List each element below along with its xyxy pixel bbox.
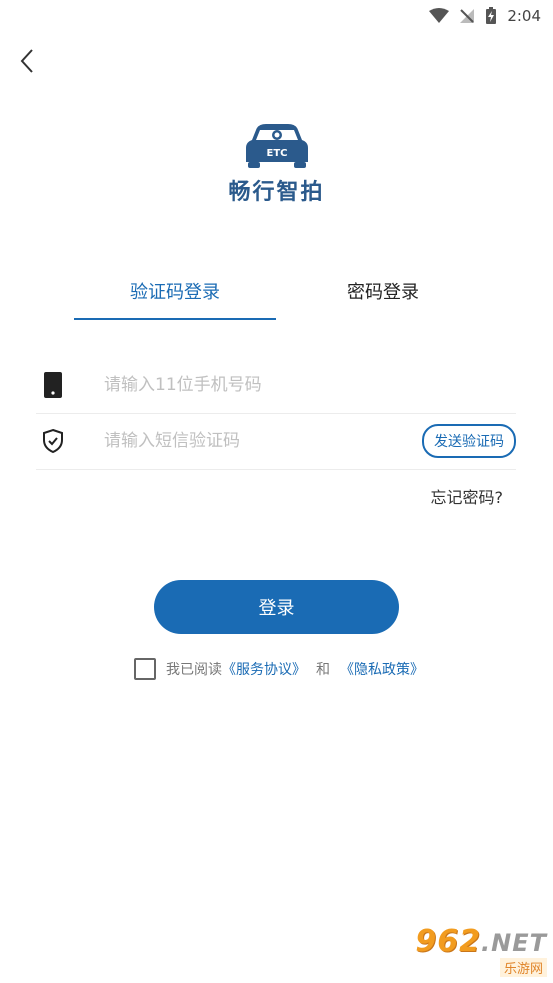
service-agreement-link[interactable]: 《服务协议》	[222, 659, 306, 679]
login-screen: 2:04 ETC 畅行智拍 验证码登录 密码登录 请输入11位手机号码 请输入短…	[0, 0, 553, 983]
app-logo: ETC 畅行智拍	[0, 122, 553, 206]
back-arrow-icon	[20, 49, 33, 73]
no-signal-icon	[459, 8, 475, 24]
watermark: 962.NET 乐游网	[415, 927, 547, 977]
shield-check-icon	[36, 428, 70, 454]
login-button[interactable]: 登录	[154, 580, 399, 634]
phone-input[interactable]	[102, 364, 516, 406]
login-tabs: 验证码登录 密码登录	[0, 278, 553, 322]
car-etc-icon: ETC	[245, 124, 308, 168]
code-row: 发送验证码	[36, 413, 516, 470]
wifi-icon	[429, 8, 450, 24]
status-bar: 2:04	[0, 0, 553, 32]
phone-icon	[36, 371, 70, 399]
phone-row	[36, 357, 516, 414]
send-code-button[interactable]: 发送验证码	[422, 424, 516, 458]
agreement-conjunction: 和	[316, 662, 330, 678]
sms-code-input[interactable]	[102, 420, 422, 462]
privacy-policy-link[interactable]: 《隐私政策》	[340, 659, 424, 679]
tab-sms-login[interactable]: 验证码登录	[74, 278, 276, 322]
tab-password-login[interactable]: 密码登录	[282, 278, 484, 322]
forgot-password-link[interactable]: 忘记密码?	[431, 484, 504, 508]
watermark-suffix: .NET	[481, 929, 547, 957]
watermark-logo: 962.NET	[415, 927, 547, 958]
agreement: 我已阅读 《服务协议》 和 《隐私政策》	[134, 658, 424, 680]
watermark-site: 乐游网	[499, 958, 547, 977]
back-button[interactable]	[14, 46, 44, 76]
agreement-prefix: 我已阅读	[166, 662, 222, 678]
logo-text: ETC	[266, 148, 287, 159]
status-time: 2:04	[507, 7, 541, 25]
watermark-number: 962	[415, 924, 482, 959]
active-tab-indicator	[74, 318, 276, 320]
battery-charging-icon	[485, 7, 497, 25]
agreement-checkbox[interactable]	[134, 658, 156, 680]
app-name: 畅行智拍	[228, 180, 325, 205]
